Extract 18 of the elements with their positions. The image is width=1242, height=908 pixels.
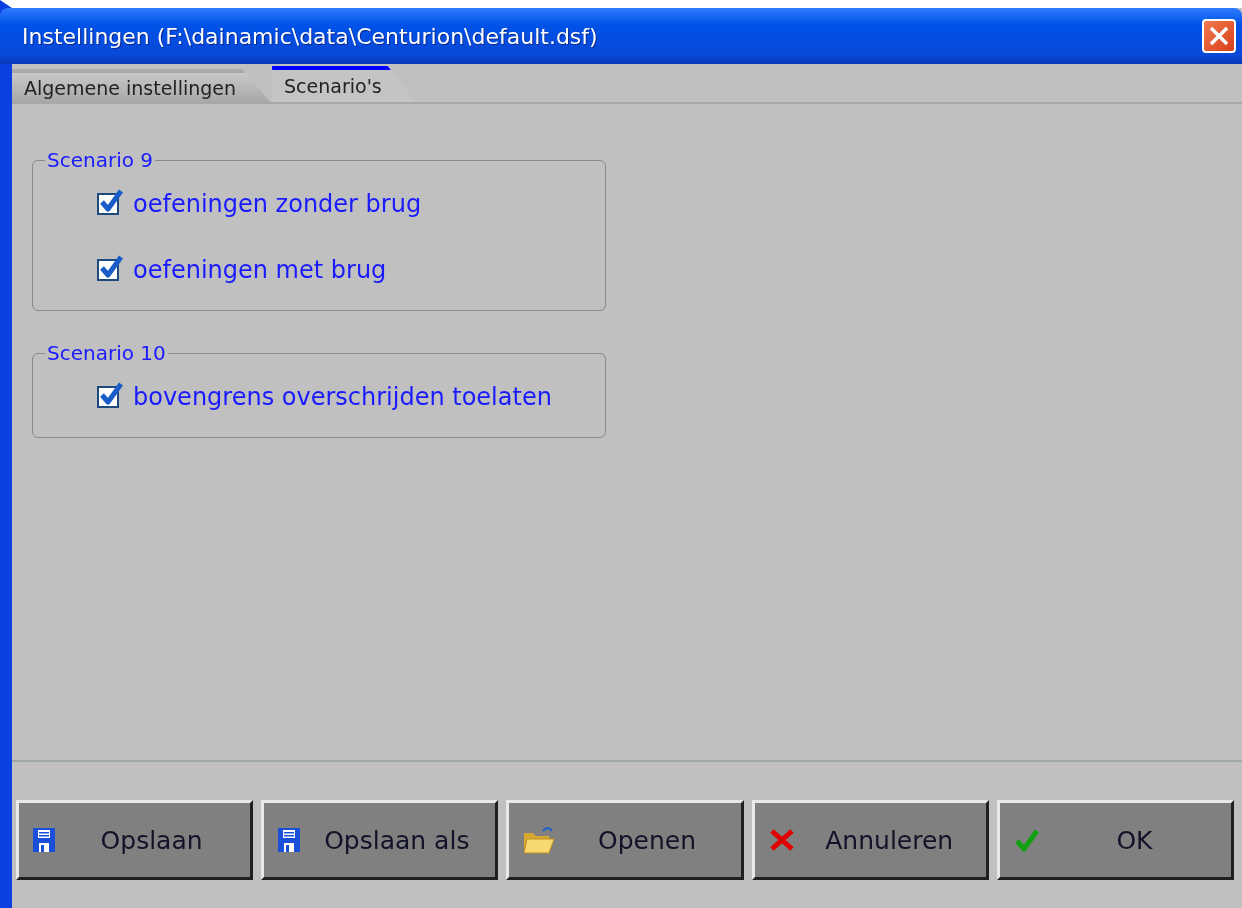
dialog-button[interactable]: Annuleren bbox=[751, 800, 989, 880]
folder-icon bbox=[523, 825, 556, 855]
close-icon bbox=[1208, 25, 1230, 47]
cross-icon bbox=[768, 828, 795, 852]
window-title: Instellingen (F:\dainamic\data\Centurion\default.dsf) bbox=[22, 23, 598, 49]
option-label: oefeningen zonder brug bbox=[133, 190, 422, 218]
tab[interactable]: Algemene instellingen bbox=[12, 69, 271, 102]
option-label: bovengrens overschrijden toelaten bbox=[133, 383, 552, 411]
dialog-button[interactable]: Opslaan als bbox=[261, 800, 499, 880]
dialog-button[interactable]: OK bbox=[996, 800, 1234, 880]
checkmark-icon bbox=[1013, 828, 1040, 852]
tab[interactable]: Scenario's bbox=[272, 66, 416, 102]
dialog-button[interactable]: Openen bbox=[506, 800, 744, 880]
option-label: oefeningen met brug bbox=[133, 256, 387, 284]
dialog-button[interactable]: Opslaan bbox=[16, 800, 254, 880]
group-title: Scenario 9 bbox=[46, 148, 155, 172]
group-title: Scenario 10 bbox=[46, 341, 167, 365]
close-button[interactable] bbox=[1202, 19, 1236, 53]
